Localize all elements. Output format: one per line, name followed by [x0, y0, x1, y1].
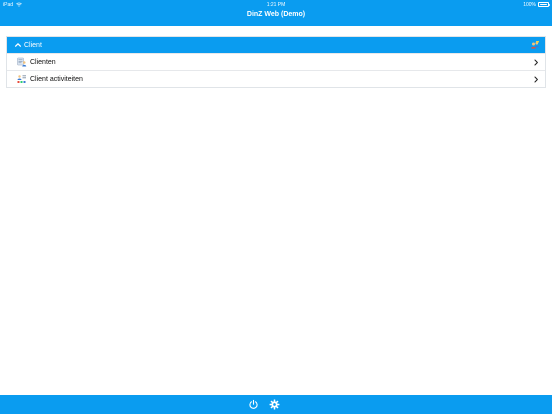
- chevron-up-icon: [14, 43, 22, 47]
- menu-item-client-activiteiten[interactable]: Client activiteiten: [7, 70, 545, 87]
- status-bar: iPad 1:21 PM 100%: [0, 0, 552, 9]
- client-list-icon: [17, 57, 27, 67]
- battery-percentage: 100%: [523, 1, 536, 8]
- chevron-right-icon: [534, 76, 538, 82]
- users-icon: [531, 41, 539, 49]
- panel-title: Client: [24, 41, 42, 49]
- menu-item-label: Client activiteiten: [30, 75, 83, 83]
- app-screen: iPad 1:21 PM 100% DinZ Web (Demo) Client: [0, 0, 552, 414]
- client-activities-icon: [17, 75, 26, 83]
- status-time: 1:21 PM: [266, 1, 286, 8]
- gear-icon[interactable]: [269, 399, 280, 410]
- client-panel-header[interactable]: Client: [7, 37, 545, 53]
- menu-item-label: Clienten: [30, 58, 56, 66]
- chevron-right-icon: [534, 59, 538, 65]
- top-bar: iPad 1:21 PM 100% DinZ Web (Demo): [0, 0, 552, 26]
- status-right: 100%: [523, 1, 550, 8]
- page-title: DinZ Web (Demo): [246, 11, 306, 18]
- client-panel: Client Clienten Client activiteiten: [6, 36, 546, 88]
- power-icon[interactable]: [248, 399, 259, 410]
- menu-item-clienten[interactable]: Clienten: [7, 53, 545, 70]
- battery-icon: [538, 2, 550, 7]
- bottom-toolbar: [0, 395, 552, 414]
